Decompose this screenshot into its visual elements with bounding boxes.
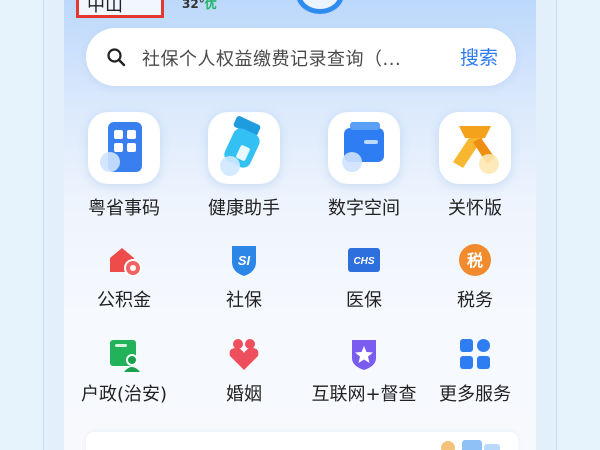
housing-fund-icon (106, 242, 142, 278)
service-tax[interactable]: 税 税务 (420, 242, 530, 312)
household-registration-icon (106, 336, 142, 372)
right-backdrop (556, 0, 600, 450)
promo-banner[interactable] (86, 432, 518, 450)
service-more[interactable]: 更多服务 (420, 336, 530, 406)
tax-icon-text: 税 (467, 251, 483, 270)
marriage-icon (226, 336, 262, 372)
service-label: 医保 (346, 290, 382, 311)
mascot-logo[interactable] (296, 0, 344, 14)
tax-icon: 税 (457, 242, 493, 278)
left-backdrop (0, 0, 44, 450)
banner-decoration-icon (441, 440, 500, 450)
featured-label: 关怀版 (448, 198, 502, 219)
featured-item-health-assistant[interactable]: 健康助手 (189, 112, 299, 220)
services-row-2: 户政(治安) 婚姻 互联网+督查 更多服务 (64, 336, 536, 416)
featured-label: 粤省事码 (88, 198, 160, 219)
service-internet-supervision[interactable]: 互联网+督查 (309, 336, 419, 406)
service-label: 税务 (457, 290, 493, 311)
service-label: 公积金 (97, 290, 151, 311)
featured-item-digital-space[interactable]: 数字空间 (309, 112, 419, 220)
city-label: 中山 (87, 0, 123, 16)
service-marriage[interactable]: 婚姻 (189, 336, 299, 406)
medical-icon-text: CHS (353, 256, 374, 267)
featured-item-care-version[interactable]: 关怀版 (420, 112, 530, 220)
featured-item-yss-code[interactable]: 粤省事码 (69, 112, 179, 220)
service-medical-insurance[interactable]: CHS 医保 (309, 242, 419, 312)
weather-info: 32°优 (182, 0, 217, 12)
service-household-registration[interactable]: 户政(治安) (69, 336, 179, 406)
digital-space-icon (328, 112, 400, 184)
city-selector[interactable]: 中山 (76, 0, 164, 18)
service-label: 社保 (226, 290, 262, 311)
temperature: 32° (182, 0, 205, 11)
social-security-icon-text: SI (238, 253, 251, 268)
service-social-security[interactable]: SI 社保 (189, 242, 299, 312)
services-row-1: 公积金 SI 社保 CHS 医保 税 税务 (64, 242, 536, 322)
qr-code-icon (88, 112, 160, 184)
service-housing-fund[interactable]: 公积金 (69, 242, 179, 312)
service-label: 户政(治安) (80, 384, 168, 405)
featured-services: 粤省事码 健康助手 数字空间 关怀版 (64, 112, 536, 222)
featured-label: 健康助手 (208, 198, 280, 219)
more-services-icon (457, 336, 493, 372)
service-label: 婚姻 (226, 384, 262, 405)
featured-label: 数字空间 (328, 198, 400, 219)
care-scarf-icon (439, 112, 511, 184)
supervision-icon (346, 336, 382, 372)
social-security-icon: SI (226, 242, 262, 278)
air-quality: 优 (204, 0, 217, 11)
service-label: 互联网+督查 (311, 384, 417, 405)
health-assistant-icon (208, 112, 280, 184)
service-label: 更多服务 (439, 384, 511, 405)
search-input[interactable]: 社保个人权益缴费记录查询（... (142, 45, 401, 71)
app-screen: 中山 32°优 社保个人权益缴费记录查询（... 搜索 粤省事码 健康助手 数字… (64, 0, 536, 450)
search-button[interactable]: 搜索 (460, 43, 498, 70)
medical-insurance-icon: CHS (346, 242, 382, 278)
search-icon (107, 48, 126, 67)
search-bar[interactable]: 社保个人权益缴费记录查询（... 搜索 (86, 28, 516, 86)
